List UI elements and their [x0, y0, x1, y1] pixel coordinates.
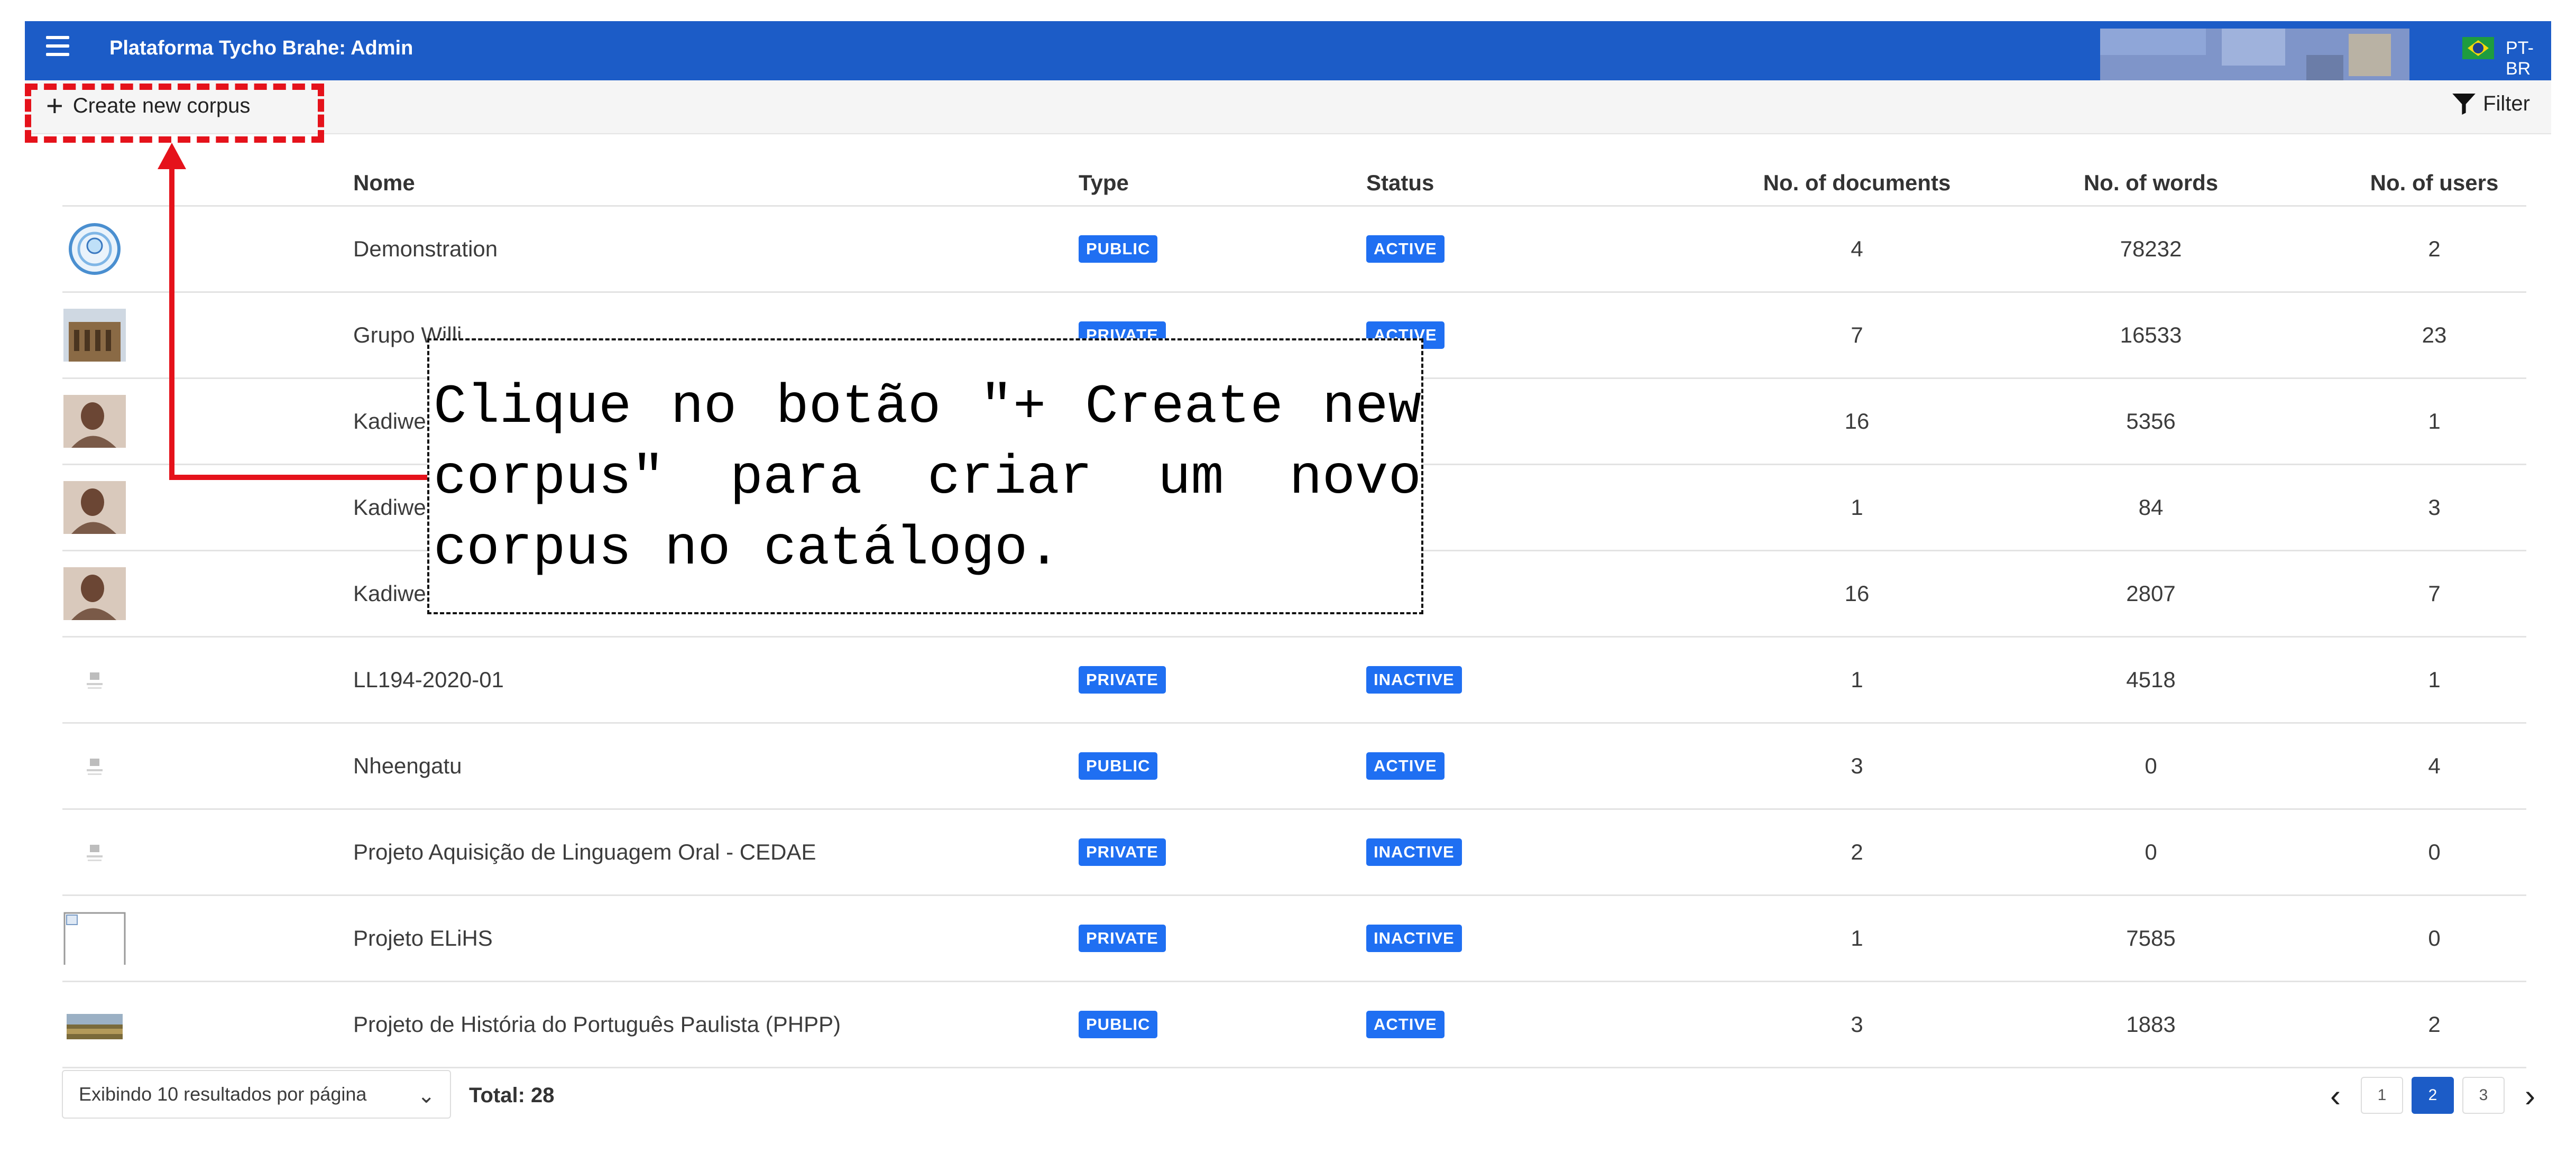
app-title: Plataforma Tycho Brahe: Admin [109, 37, 413, 59]
broken-image-icon [63, 912, 126, 965]
corpus-name[interactable]: Kadiwe [353, 551, 426, 636]
building-photo [63, 309, 126, 362]
annotation-arrow-connector [169, 475, 428, 480]
words-count: 4518 [2126, 667, 2176, 692]
status-badge: INACTIVE [1366, 925, 1462, 952]
spiral-logo-icon [69, 223, 121, 275]
type-badge: PRIVATE [1079, 925, 1166, 952]
next-page-icon[interactable]: › [2509, 1077, 2551, 1114]
status-badge: ACTIVE [1366, 1011, 1445, 1038]
users-count: 0 [2428, 926, 2441, 950]
users-count: 0 [2428, 839, 2441, 864]
col-status[interactable]: Status [1366, 170, 1434, 196]
user-avatar-redacted[interactable] [2100, 29, 2409, 81]
words-count: 84 [2138, 495, 2164, 520]
documents-count: 4 [1851, 236, 1863, 261]
users-count: 1 [2428, 409, 2441, 433]
corpus-name[interactable]: Projeto ELiHS [353, 896, 493, 981]
words-count: 78232 [2120, 236, 2182, 261]
type-badge: PUBLIC [1079, 1011, 1158, 1038]
type-badge: PRIVATE [1079, 838, 1166, 866]
words-count: 5356 [2126, 409, 2176, 433]
status-badge: ACTIVE [1366, 235, 1445, 263]
col-users[interactable]: No. of users [2302, 170, 2566, 196]
chevron-down-icon: ⌄ [417, 1084, 435, 1107]
words-count: 0 [2145, 839, 2157, 864]
table-row[interactable]: Projeto de História do Português Paulist… [62, 982, 2526, 1068]
portrait-photo [63, 395, 126, 448]
table-row[interactable]: Demonstration PUBLIC ACTIVE 4 78232 2 [62, 207, 2526, 293]
users-count: 3 [2428, 495, 2441, 520]
documents-count: 1 [1851, 926, 1863, 950]
toolbar: + Create new corpus Filter [25, 80, 2551, 134]
users-count: 2 [2428, 236, 2441, 261]
table-row[interactable]: Nheengatu PUBLIC ACTIVE 3 0 4 [62, 724, 2526, 810]
corpus-name[interactable]: Demonstration [353, 207, 498, 291]
documents-count: 16 [1844, 409, 1870, 433]
corpus-name[interactable]: Nheengatu [353, 724, 462, 808]
type-badge: PUBLIC [1079, 235, 1158, 263]
highlight-box [25, 84, 324, 143]
col-type[interactable]: Type [1079, 170, 1129, 196]
table-row[interactable]: Projeto Aquisição de Linguagem Oral - CE… [62, 810, 2526, 896]
prev-page-icon[interactable]: ‹ [2314, 1077, 2357, 1114]
placeholder-logo [87, 845, 103, 861]
total-count: Total: 28 [469, 1084, 555, 1107]
corpus-name[interactable]: Kadiwe [353, 379, 426, 464]
corpus-name[interactable]: LL194-2020-01 [353, 638, 504, 722]
documents-count: 3 [1851, 1012, 1863, 1037]
landscape-photo [67, 1014, 123, 1039]
words-count: 1883 [2126, 1012, 2176, 1037]
users-count: 4 [2428, 753, 2441, 778]
status-badge: INACTIVE [1366, 666, 1462, 694]
filter-button[interactable]: Filter [2452, 92, 2530, 116]
users-count: 2 [2428, 1012, 2441, 1037]
table-footer: Exibindo 10 resultados por página ⌄ Tota… [25, 1063, 2551, 1126]
filter-label: Filter [2483, 92, 2530, 115]
documents-count: 2 [1851, 839, 1863, 864]
instruction-callout: Clique no botão "+ Create new corpus" pa… [427, 338, 1423, 614]
table-row[interactable]: LL194-2020-01 PRIVATE INACTIVE 1 4518 1 [62, 638, 2526, 724]
portrait-photo [63, 567, 126, 620]
corpus-name[interactable]: Projeto Aquisição de Linguagem Oral - CE… [353, 810, 816, 894]
top-bar: Plataforma Tycho Brahe: Admin PT-BR [25, 21, 2551, 81]
words-count: 16533 [2120, 322, 2182, 347]
documents-count: 3 [1851, 753, 1863, 778]
placeholder-logo [87, 672, 103, 689]
documents-count: 1 [1851, 667, 1863, 692]
annotation-arrow-head-icon [158, 143, 186, 169]
portrait-photo [63, 481, 126, 534]
page-button-current[interactable]: 2 [2412, 1077, 2454, 1114]
hamburger-icon[interactable] [46, 36, 69, 59]
users-count: 7 [2428, 581, 2441, 606]
col-words[interactable]: No. of words [2019, 170, 2283, 196]
users-count: 23 [2422, 322, 2447, 347]
documents-count: 1 [1851, 495, 1863, 520]
corpus-name[interactable]: Projeto de História do Português Paulist… [353, 982, 841, 1067]
words-count: 0 [2145, 753, 2157, 778]
brazil-flag-icon[interactable] [2462, 37, 2494, 59]
status-badge: ACTIVE [1366, 752, 1445, 780]
words-count: 2807 [2126, 581, 2176, 606]
users-count: 1 [2428, 667, 2441, 692]
documents-count: 16 [1844, 581, 1870, 606]
placeholder-logo [87, 759, 103, 775]
col-name[interactable]: Nome [353, 170, 415, 196]
type-badge: PUBLIC [1079, 752, 1158, 780]
page-button[interactable]: 1 [2361, 1077, 2403, 1114]
table-header: Nome Type Status No. of documents No. of… [62, 152, 2526, 207]
type-badge: PRIVATE [1079, 666, 1166, 694]
per-page-label: Exibindo 10 resultados por página [79, 1083, 367, 1105]
words-count: 7585 [2126, 926, 2176, 950]
status-badge: INACTIVE [1366, 838, 1462, 866]
pagination: ‹ 1 2 3 › [2314, 1074, 2551, 1116]
per-page-select[interactable]: Exibindo 10 resultados por página ⌄ [62, 1070, 451, 1119]
table-row[interactable]: Projeto ELiHS PRIVATE INACTIVE 1 7585 0 [62, 896, 2526, 982]
filter-icon [2452, 93, 2476, 115]
annotation-arrow-shaft [169, 159, 174, 480]
col-documents[interactable]: No. of documents [1667, 170, 2047, 196]
language-selector[interactable]: PT-BR [2506, 38, 2551, 79]
page-button[interactable]: 3 [2462, 1077, 2505, 1114]
documents-count: 7 [1851, 322, 1863, 347]
